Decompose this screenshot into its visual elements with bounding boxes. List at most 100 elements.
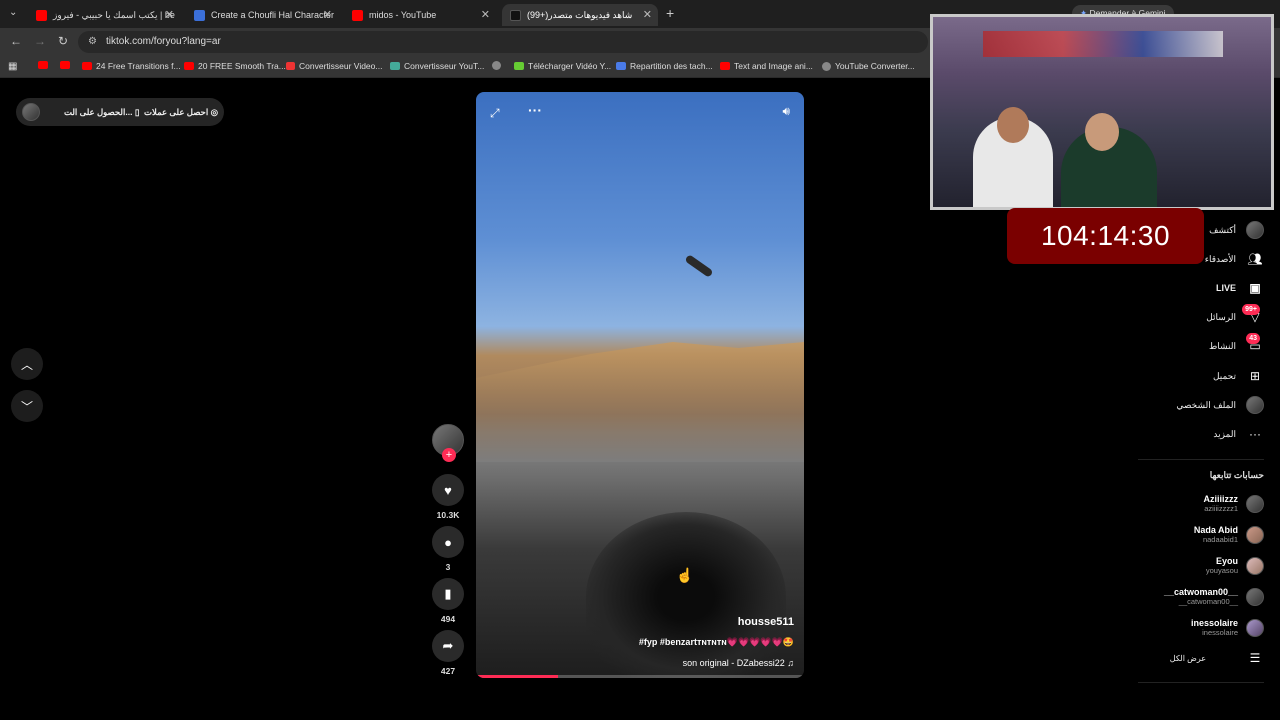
- tab-midos[interactable]: midos - YouTube ✕: [344, 4, 496, 26]
- bookmark-item[interactable]: Télécharger Vidéo Y...: [514, 61, 611, 71]
- youtube-icon: [60, 61, 70, 69]
- site-info-icon[interactable]: ⚙: [88, 31, 97, 53]
- address-bar[interactable]: ⚙ tiktok.com/foryou?lang=ar: [78, 31, 928, 53]
- video-player[interactable]: ⤢ ··· 🔊︎ housse511 #fyp #benzartᴛɴᴛɴᴛɴ💗💗…: [476, 92, 804, 678]
- bookmark-label: 24 Free Transitions f...: [96, 61, 181, 71]
- follow-plus-icon[interactable]: +: [442, 448, 456, 462]
- youtube-icon: [352, 9, 363, 21]
- bookmark-item[interactable]: [492, 61, 505, 70]
- volume-icon[interactable]: 🔊︎: [782, 104, 790, 119]
- youtube-icon: [184, 62, 194, 70]
- bookmark-item[interactable]: Text and Image ani...: [720, 61, 813, 71]
- sidebar-item-upload[interactable]: تحميل ⊞: [1213, 365, 1264, 387]
- sidebar-item-explore[interactable]: أكتشف: [1209, 219, 1264, 241]
- video-progress-fill: [476, 675, 558, 678]
- user-avatar[interactable]: [22, 103, 40, 121]
- account-avatar: [1246, 556, 1264, 575]
- next-video-button[interactable]: ﹀: [11, 390, 43, 422]
- bookmark-item[interactable]: Convertisseur Video...: [286, 61, 382, 71]
- new-tab-button[interactable]: +: [666, 5, 674, 21]
- sidebar-item-live[interactable]: LIVE ▣: [1216, 277, 1264, 299]
- chevron-up-icon: ︿: [20, 357, 33, 372]
- coin-icon: ◎: [210, 107, 218, 117]
- following-account[interactable]: inessolaire inessolaire: [1191, 618, 1264, 637]
- see-all-label: عرض الكل: [1169, 653, 1206, 663]
- z-icon: [286, 62, 295, 70]
- video-sound[interactable]: son original - DZabessi22 ♫: [683, 658, 794, 668]
- tab-label: midos - YouTube: [369, 10, 437, 20]
- webcam-overlay: [930, 14, 1274, 210]
- bookmark-label: 20 FREE Smooth Tra...: [198, 61, 286, 71]
- heart-icon: ♥: [444, 482, 452, 498]
- save-count: 494: [440, 614, 456, 624]
- previous-video-button[interactable]: ︿: [11, 348, 43, 380]
- video-author[interactable]: housse511: [738, 616, 794, 628]
- account-username: youyasou: [1205, 566, 1238, 575]
- sidebar-item-more[interactable]: المزيد ···: [1213, 423, 1264, 445]
- following-account[interactable]: Nada Abid nadaabid1: [1194, 525, 1264, 544]
- tab-fairouz[interactable]: يكتب اسمك يا حبيبي - فيروز | be ✕: [28, 4, 180, 26]
- sound-label: son original - DZabessi22: [682, 658, 785, 668]
- sidebar-item-label: الملف الشخصي: [1176, 399, 1236, 410]
- account-username: aziiiizzzz1: [1204, 504, 1238, 513]
- close-tab-icon[interactable]: ✕: [323, 8, 332, 21]
- see-all-button[interactable]: عرض الكل ☰: [1170, 647, 1264, 669]
- bookmark-item[interactable]: 24 Free Transitions f...: [82, 61, 181, 71]
- chevron-down-icon: ﹀: [20, 399, 33, 414]
- globe-icon: [822, 61, 831, 71]
- more-options-icon[interactable]: ···: [528, 102, 542, 118]
- sidebar-item-label: LIVE: [1215, 283, 1236, 293]
- sidebar-item-messages[interactable]: الرسائل ▽ 99+: [1206, 304, 1264, 328]
- video-caption: #fyp #benzartᴛɴᴛɴᴛɴ💗💗💗💗💗🤩: [638, 637, 794, 647]
- sidebar-item-label: الرسائل: [1206, 311, 1236, 322]
- save-button[interactable]: ▮: [432, 578, 464, 610]
- video-progress-bar[interactable]: [476, 675, 804, 678]
- bookmark-item[interactable]: [60, 61, 74, 69]
- live-icon: ▣: [1249, 281, 1261, 295]
- tab-choufli-hal[interactable]: Create a Choufli Hal Character ✕: [186, 4, 338, 26]
- tab-search-chevron-icon[interactable]: ⌄: [9, 7, 17, 18]
- youtube-icon: [82, 62, 92, 70]
- mouse-cursor-icon: ☝: [676, 567, 694, 583]
- bookmark-item[interactable]: Repartition des tach...: [616, 61, 713, 71]
- following-account[interactable]: __catwoman00__ __catwoman00__: [1164, 587, 1264, 606]
- share-button[interactable]: ➦: [432, 630, 464, 662]
- converter-icon: [390, 62, 400, 70]
- get-coins-button[interactable]: احصل على عملات ◎: [144, 107, 218, 118]
- bookmark-icon: ▮: [444, 586, 452, 601]
- youtube-icon: [38, 61, 48, 69]
- sidebar-item-profile[interactable]: الملف الشخصي: [1176, 394, 1264, 416]
- webcam-person-right-head: [1085, 113, 1119, 151]
- close-tab-icon[interactable]: ✕: [481, 8, 490, 21]
- comment-button[interactable]: ●: [432, 526, 464, 558]
- forward-icon[interactable]: →: [34, 34, 46, 48]
- download-icon: [514, 62, 524, 70]
- account-username: nadaabid1: [1202, 535, 1238, 544]
- sidebar-item-activity[interactable]: النشاط ▭ 43: [1209, 333, 1264, 357]
- bookmark-item[interactable]: Convertisseur YouT...: [390, 61, 484, 71]
- following-account[interactable]: Aziiiizzz aziiiizzzz1: [1203, 494, 1264, 513]
- webcam-person-left-head: [997, 107, 1029, 143]
- fullscreen-icon[interactable]: ⤢: [490, 106, 500, 121]
- bookmark-item[interactable]: [38, 61, 52, 69]
- upload-icon: ⊞: [1249, 369, 1261, 383]
- bookmark-item[interactable]: YouTube Converter...: [822, 61, 915, 71]
- apps-grid-icon[interactable]: ▦: [8, 61, 17, 72]
- bookmark-label: Convertisseur YouT...: [404, 61, 485, 71]
- following-account[interactable]: Eyou youyasou: [1206, 556, 1264, 575]
- back-icon[interactable]: ←: [10, 34, 22, 48]
- close-tab-icon[interactable]: ✕: [643, 8, 652, 21]
- bookmark-label: Convertisseur Video...: [299, 61, 383, 71]
- get-app-button[interactable]: الحصول على الت... ▯: [64, 107, 140, 118]
- account-name: __catwoman00__: [1163, 587, 1238, 597]
- bookmark-item[interactable]: 20 FREE Smooth Tra...: [184, 61, 286, 71]
- tab-tiktok[interactable]: (99+)شاهد فيديوهات متصدر ✕: [502, 4, 658, 26]
- get-app-label: الحصول على الت...: [64, 107, 133, 117]
- sidebar-item-friends[interactable]: الأصدقاء 👥︎: [1205, 248, 1264, 270]
- close-tab-icon[interactable]: ✕: [165, 8, 174, 21]
- like-button[interactable]: ♥: [432, 474, 464, 506]
- bookmark-label: Repartition des tach...: [630, 61, 713, 71]
- account-name: inessolaire: [1190, 618, 1238, 628]
- following-title: حسابات تتابعها: [1209, 470, 1264, 480]
- reload-icon[interactable]: ↻: [58, 34, 68, 48]
